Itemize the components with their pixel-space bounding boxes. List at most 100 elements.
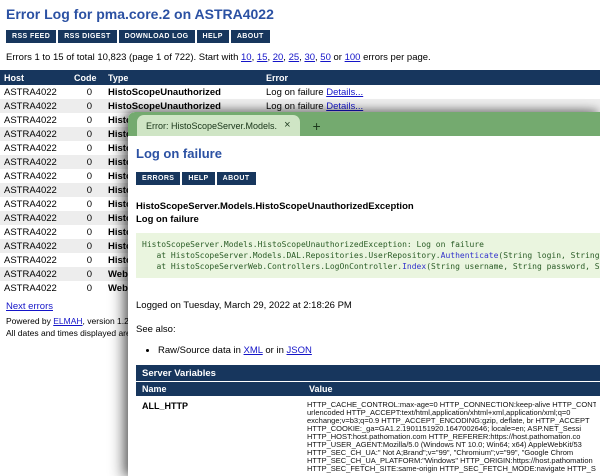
new-tab-icon[interactable]: + (313, 119, 321, 133)
error-text: Log on failure (266, 101, 324, 112)
code-cell: 0 (70, 155, 104, 169)
variable-value-line: urlencoded HTTP_ACCEPT:text/html,applica… (307, 409, 596, 417)
tab-title: Error: HistoScopeServer.Models. (146, 121, 277, 131)
error-cell: Log on failure Details... (262, 99, 600, 113)
error-row: ASTRA4022 0 HistoScopeUnauthorized Log o… (0, 85, 600, 99)
code-cell: 0 (70, 253, 104, 267)
browser-tab-bar: Error: HistoScopeServer.Models. × + (128, 112, 600, 136)
exception-message: Log on failure (136, 214, 600, 225)
host-cell: ASTRA4022 (0, 197, 70, 211)
stack-text: (String username, String password, St (426, 262, 600, 271)
exception-type: HistoScopeServer.Models.HistoScopeUnauth… (136, 201, 600, 212)
raw-source-item: Raw/Source data in XML or in JSON (158, 345, 600, 356)
pager-segment: Errors 1 to 15 of total 10,823 (page 1 o… (6, 52, 241, 63)
stack-line: HistoScopeServer.Models.HistoScopeUnauth… (142, 239, 600, 250)
toolbar-button[interactable]: RSS DIGEST (58, 30, 116, 43)
stack-text: at HistoScopeServerWeb.Controllers.LogOn… (142, 262, 402, 271)
toolbar-button[interactable]: HELP (182, 172, 214, 185)
code-cell: 0 (70, 197, 104, 211)
host-cell: ASTRA4022 (0, 281, 70, 295)
variable-value-line: HTTP_COOKIE:_ga=GA1.2.1901151920.1647002… (307, 425, 596, 433)
details-link[interactable]: Details... (326, 87, 363, 98)
pager: Errors 1 to 15 of total 10,823 (page 1 o… (6, 52, 594, 63)
elmah-link[interactable]: ELMAH (53, 316, 82, 326)
error-cell: Log on failure Details... (262, 85, 600, 99)
xml-link[interactable]: XML (244, 345, 263, 356)
host-cell: ASTRA4022 (0, 225, 70, 239)
table-header-row: Host Code Type Error (0, 70, 600, 85)
col-header-host: Host (0, 70, 70, 85)
host-cell: ASTRA4022 (0, 113, 70, 127)
pager-segment[interactable]: 10 (241, 52, 252, 63)
detail-title: Log on failure (136, 146, 600, 161)
host-cell: ASTRA4022 (0, 99, 70, 113)
host-cell: ASTRA4022 (0, 141, 70, 155)
variable-value: HTTP_CACHE_CONTROL:max-age=0 HTTP_CONNEC… (303, 397, 600, 476)
toolbar-button[interactable]: ERRORS (136, 172, 180, 185)
variable-value-line: HTTP_SEC_FETCH_SITE:same-origin HTTP_SEC… (307, 465, 596, 473)
pager-segment[interactable]: 25 (289, 52, 300, 63)
stack-line: at HistoScopeServerWeb.Controllers.LogOn… (142, 261, 600, 272)
page-title: Error Log for pma.core.2 on ASTRA4022 (6, 6, 600, 22)
error-detail-window: Error: HistoScopeServer.Models. × + Log … (128, 112, 600, 476)
host-cell: ASTRA4022 (0, 169, 70, 183)
code-cell: 0 (70, 281, 104, 295)
col-header-code: Code (70, 70, 104, 85)
code-cell: 0 (70, 211, 104, 225)
powered-by-text: Powered by (6, 316, 53, 326)
server-variables-caption-row: Server Variables (136, 365, 600, 382)
code-cell: 0 (70, 239, 104, 253)
stack-line: at HistoScopeServer.Models.DAL.Repositor… (142, 250, 600, 261)
code-cell: 0 (70, 183, 104, 197)
toolbar-button[interactable]: RSS FEED (6, 30, 56, 43)
pager-segment[interactable]: 100 (345, 52, 361, 63)
code-cell: 0 (70, 225, 104, 239)
variable-value-line: HTTP_SEC_CH_UA_PLATFORM:"Windows" HTTP_O… (307, 457, 596, 465)
next-errors-link[interactable]: Next errors (6, 301, 53, 312)
stack-method-link[interactable]: Authenticate (441, 251, 499, 260)
variable-name: ALL_HTTP (136, 397, 303, 476)
host-cell: ASTRA4022 (0, 85, 70, 99)
error-text: Log on failure (266, 87, 324, 98)
code-cell: 0 (70, 267, 104, 281)
error-row: ASTRA4022 0 HistoScopeUnauthorized Log o… (0, 99, 600, 113)
pager-segment[interactable]: 20 (273, 52, 284, 63)
toolbar-button[interactable]: DOWNLOAD LOG (119, 30, 195, 43)
pager-segment[interactable]: 30 (304, 52, 315, 63)
raw-source-text: Raw/Source data in (158, 345, 244, 356)
browser-tab[interactable]: Error: HistoScopeServer.Models. × (137, 115, 300, 136)
host-cell: ASTRA4022 (0, 253, 70, 267)
host-cell: ASTRA4022 (0, 183, 70, 197)
type-cell: HistoScopeUnauthorized (104, 99, 262, 113)
server-variable-row: ALL_HTTP HTTP_CACHE_CONTROL:max-age=0 HT… (136, 397, 600, 476)
variable-value-line: HTTP_CACHE_CONTROL:max-age=0 HTTP_CONNEC… (307, 401, 596, 409)
host-cell: ASTRA4022 (0, 239, 70, 253)
stack-method-link[interactable]: Index (402, 262, 426, 271)
stack-text: HistoScopeServer.Models.HistoScopeUnauth… (142, 240, 484, 249)
variable-value-line: exchange;v=b3;q=0.9 HTTP_ACCEPT_ENCODING… (307, 417, 596, 425)
variable-value-line: HTTP_SEC_CH_UA:" Not A;Brand";v="99", "C… (307, 449, 596, 457)
pager-segment: errors per page. (360, 52, 430, 63)
code-cell: 0 (70, 127, 104, 141)
error-detail-content: Log on failure ERRORSHELPABOUT HistoScop… (128, 136, 600, 476)
main-toolbar: RSS FEEDRSS DIGESTDOWNLOAD LOGHELPABOUT (6, 30, 600, 43)
pager-segment: or (331, 52, 345, 63)
stack-text: (String login, String (498, 251, 600, 260)
details-link[interactable]: Details... (326, 101, 363, 112)
json-link[interactable]: JSON (287, 345, 312, 356)
pager-segment[interactable]: 50 (320, 52, 331, 63)
name-column-header: Name (136, 382, 303, 397)
detail-toolbar: ERRORSHELPABOUT (136, 172, 600, 185)
tab-close-icon[interactable]: × (284, 120, 290, 131)
toolbar-button[interactable]: ABOUT (217, 172, 256, 185)
toolbar-button[interactable]: ABOUT (231, 30, 270, 43)
host-cell: ASTRA4022 (0, 155, 70, 169)
see-also-label: See also: (136, 324, 600, 335)
pager-segment[interactable]: 15 (257, 52, 268, 63)
error-log-app: Error Log for pma.core.2 on ASTRA4022 RS… (0, 0, 600, 476)
code-cell: 0 (70, 141, 104, 155)
toolbar-button[interactable]: HELP (197, 30, 229, 43)
code-cell: 0 (70, 113, 104, 127)
type-cell: HistoScopeUnauthorized (104, 85, 262, 99)
stack-text: at HistoScopeServer.Models.DAL.Repositor… (142, 251, 441, 260)
